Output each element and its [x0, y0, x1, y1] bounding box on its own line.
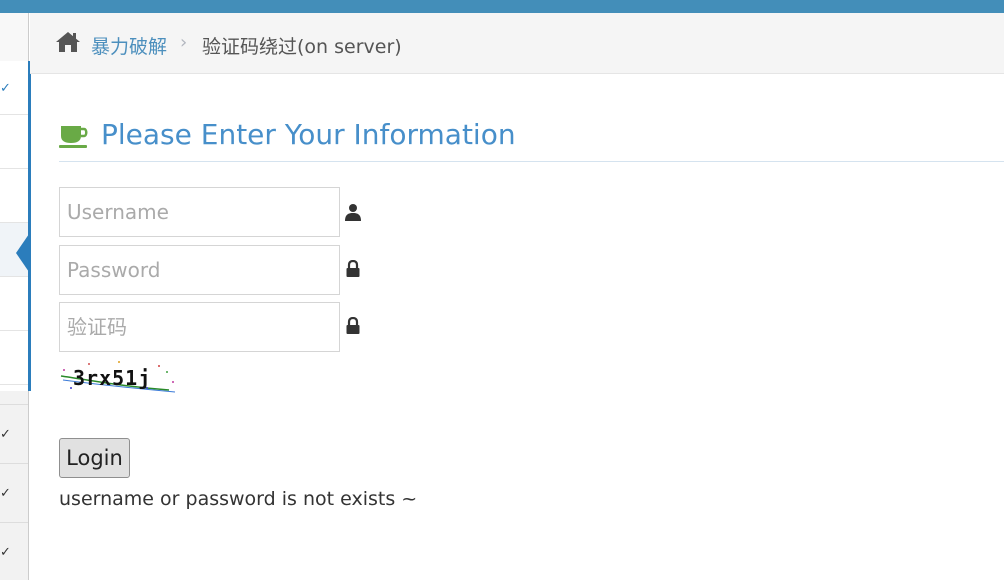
check-icon[interactable]: ✓ [0, 486, 14, 500]
check-icon[interactable]: ✓ [0, 427, 14, 441]
page-title: Please Enter Your Information [101, 118, 516, 151]
sidebar-subitem[interactable] [0, 115, 28, 169]
username-input[interactable] [59, 187, 340, 237]
sidebar-subitem[interactable]: ✓ [0, 61, 28, 115]
status-message: username or password is not exists ~ [59, 488, 418, 510]
login-button[interactable]: Login [59, 438, 130, 478]
lock-icon [346, 260, 360, 277]
sidebar-subitem[interactable] [0, 277, 28, 331]
sidebar-divider [0, 404, 28, 405]
coffee-cup-icon [59, 126, 88, 148]
sidebar-divider [0, 522, 28, 523]
check-icon[interactable]: ✓ [0, 545, 14, 559]
breadcrumb-link[interactable]: 暴力破解 [91, 32, 167, 59]
lock-icon [346, 317, 360, 334]
check-icon: ✓ [0, 80, 11, 95]
breadcrumb-separator: › [180, 32, 188, 53]
user-icon [345, 204, 361, 221]
home-icon[interactable] [55, 30, 81, 54]
top-navbar [0, 0, 1004, 13]
captcha-input[interactable] [59, 302, 340, 352]
password-input[interactable] [59, 245, 340, 295]
sidebar-submenu: ✓ [0, 61, 28, 391]
sidebar-subitem[interactable] [0, 169, 28, 223]
sidebar-active-arrow [16, 234, 29, 272]
sidebar-divider [0, 463, 28, 464]
breadcrumb-current: 验证码绕过(on server) [202, 36, 402, 58]
sidebar-subitem[interactable] [0, 331, 28, 385]
header-divider [59, 161, 1004, 162]
breadcrumb: 暴力破解 › 验证码绕过(on server) [30, 13, 1004, 74]
captcha-image[interactable]: 3rx51j [59, 358, 181, 394]
main-content: Please Enter Your Information 3rx51j Log… [30, 74, 1004, 580]
captcha-text: 3rx51j [73, 366, 152, 390]
